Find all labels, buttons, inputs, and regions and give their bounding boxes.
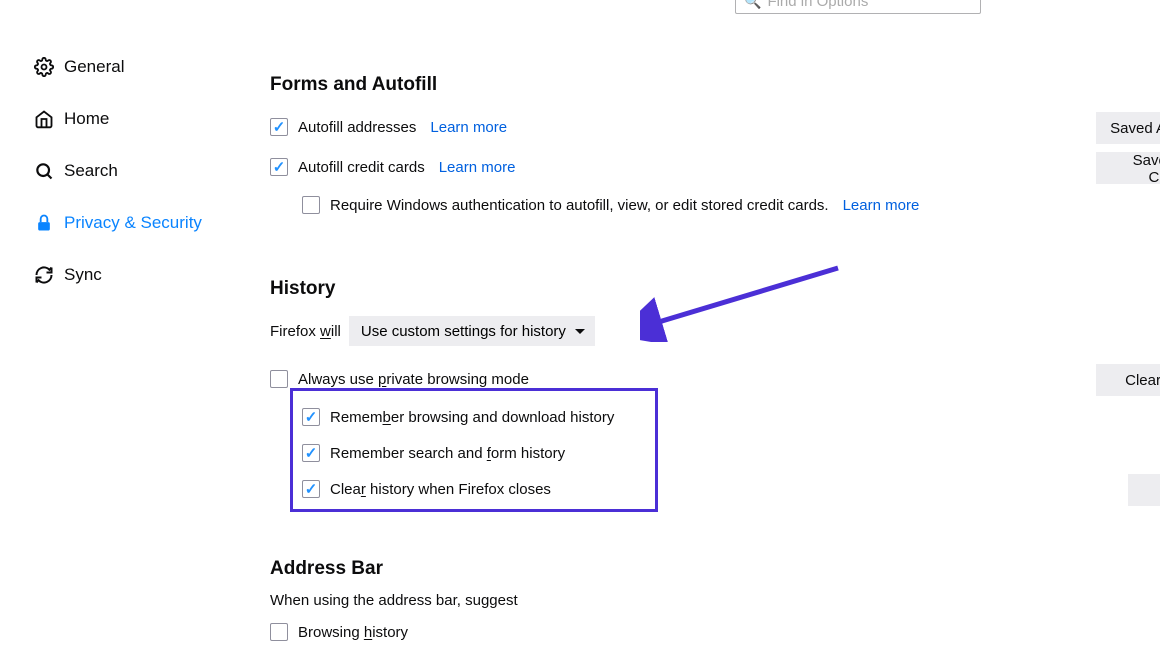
label-require-auth: Require Windows authentication to autofi… [330, 197, 829, 214]
checkbox-clear-on-close[interactable] [302, 480, 320, 498]
checkbox-autofill-cards[interactable] [270, 158, 288, 176]
main-content: Forms and Autofill Autofill addresses Le… [270, 0, 1130, 641]
section-title-forms: Forms and Autofill [270, 74, 1130, 96]
history-mode-select-wrapper: Use custom settings for history [349, 316, 595, 346]
checkbox-remember-search[interactable] [302, 444, 320, 462]
sync-icon [30, 265, 58, 285]
gear-icon [30, 57, 58, 77]
label-private-browsing: Always use private browsing mode [298, 371, 529, 388]
link-learn-more-cards[interactable]: Learn more [439, 159, 516, 176]
label-clear-on-close: Clear history when Firefox closes [330, 481, 551, 498]
checkbox-require-auth[interactable] [302, 196, 320, 214]
label-autofill-cards: Autofill credit cards [298, 159, 425, 176]
label-autofill-addresses: Autofill addresses [298, 119, 416, 136]
sidebar-item-label: Home [64, 109, 109, 129]
sidebar-item-home[interactable]: Home [26, 98, 246, 140]
sidebar-item-label: General [64, 57, 124, 77]
home-icon [30, 109, 58, 129]
sidebar-item-privacy-security[interactable]: Privacy & Security [26, 202, 246, 244]
label-suggest-browsing-history: Browsing history [298, 624, 408, 641]
checkbox-suggest-browsing-history[interactable] [270, 623, 288, 641]
checkbox-private-browsing[interactable] [270, 370, 288, 388]
label-remember-browsing: Remember browsing and download history [330, 409, 614, 426]
history-mode-select[interactable]: Use custom settings for history [349, 316, 595, 346]
checkbox-remember-browsing[interactable] [302, 408, 320, 426]
label-remember-search: Remember search and form history [330, 445, 565, 462]
section-title-history: History [270, 278, 1130, 300]
sidebar-item-label: Sync [64, 265, 102, 285]
link-learn-more-auth[interactable]: Learn more [843, 197, 920, 214]
sidebar-item-general[interactable]: General [26, 46, 246, 88]
section-title-address-bar: Address Bar [270, 558, 1130, 580]
history-settings-button[interactable]: Settings… [1128, 474, 1160, 506]
sidebar-item-search[interactable]: Search [26, 150, 246, 192]
link-learn-more-addresses[interactable]: Learn more [430, 119, 507, 136]
saved-cards-button[interactable]: Saved Credit Cards… [1096, 152, 1160, 184]
checkbox-autofill-addresses[interactable] [270, 118, 288, 136]
lock-icon [30, 213, 58, 233]
saved-addresses-button[interactable]: Saved Addresses… [1096, 112, 1160, 144]
sidebar-item-label: Search [64, 161, 118, 181]
search-icon [30, 161, 58, 181]
label-firefox-will: Firefox will [270, 323, 341, 340]
sidebar-item-label: Privacy & Security [64, 213, 202, 233]
sidebar-item-sync[interactable]: Sync [26, 254, 246, 296]
clear-history-button[interactable]: Clear History… [1096, 364, 1160, 396]
label-address-bar-subtitle: When using the address bar, suggest [270, 592, 518, 609]
sidebar: General Home Search Privacy & Security S… [26, 46, 246, 306]
